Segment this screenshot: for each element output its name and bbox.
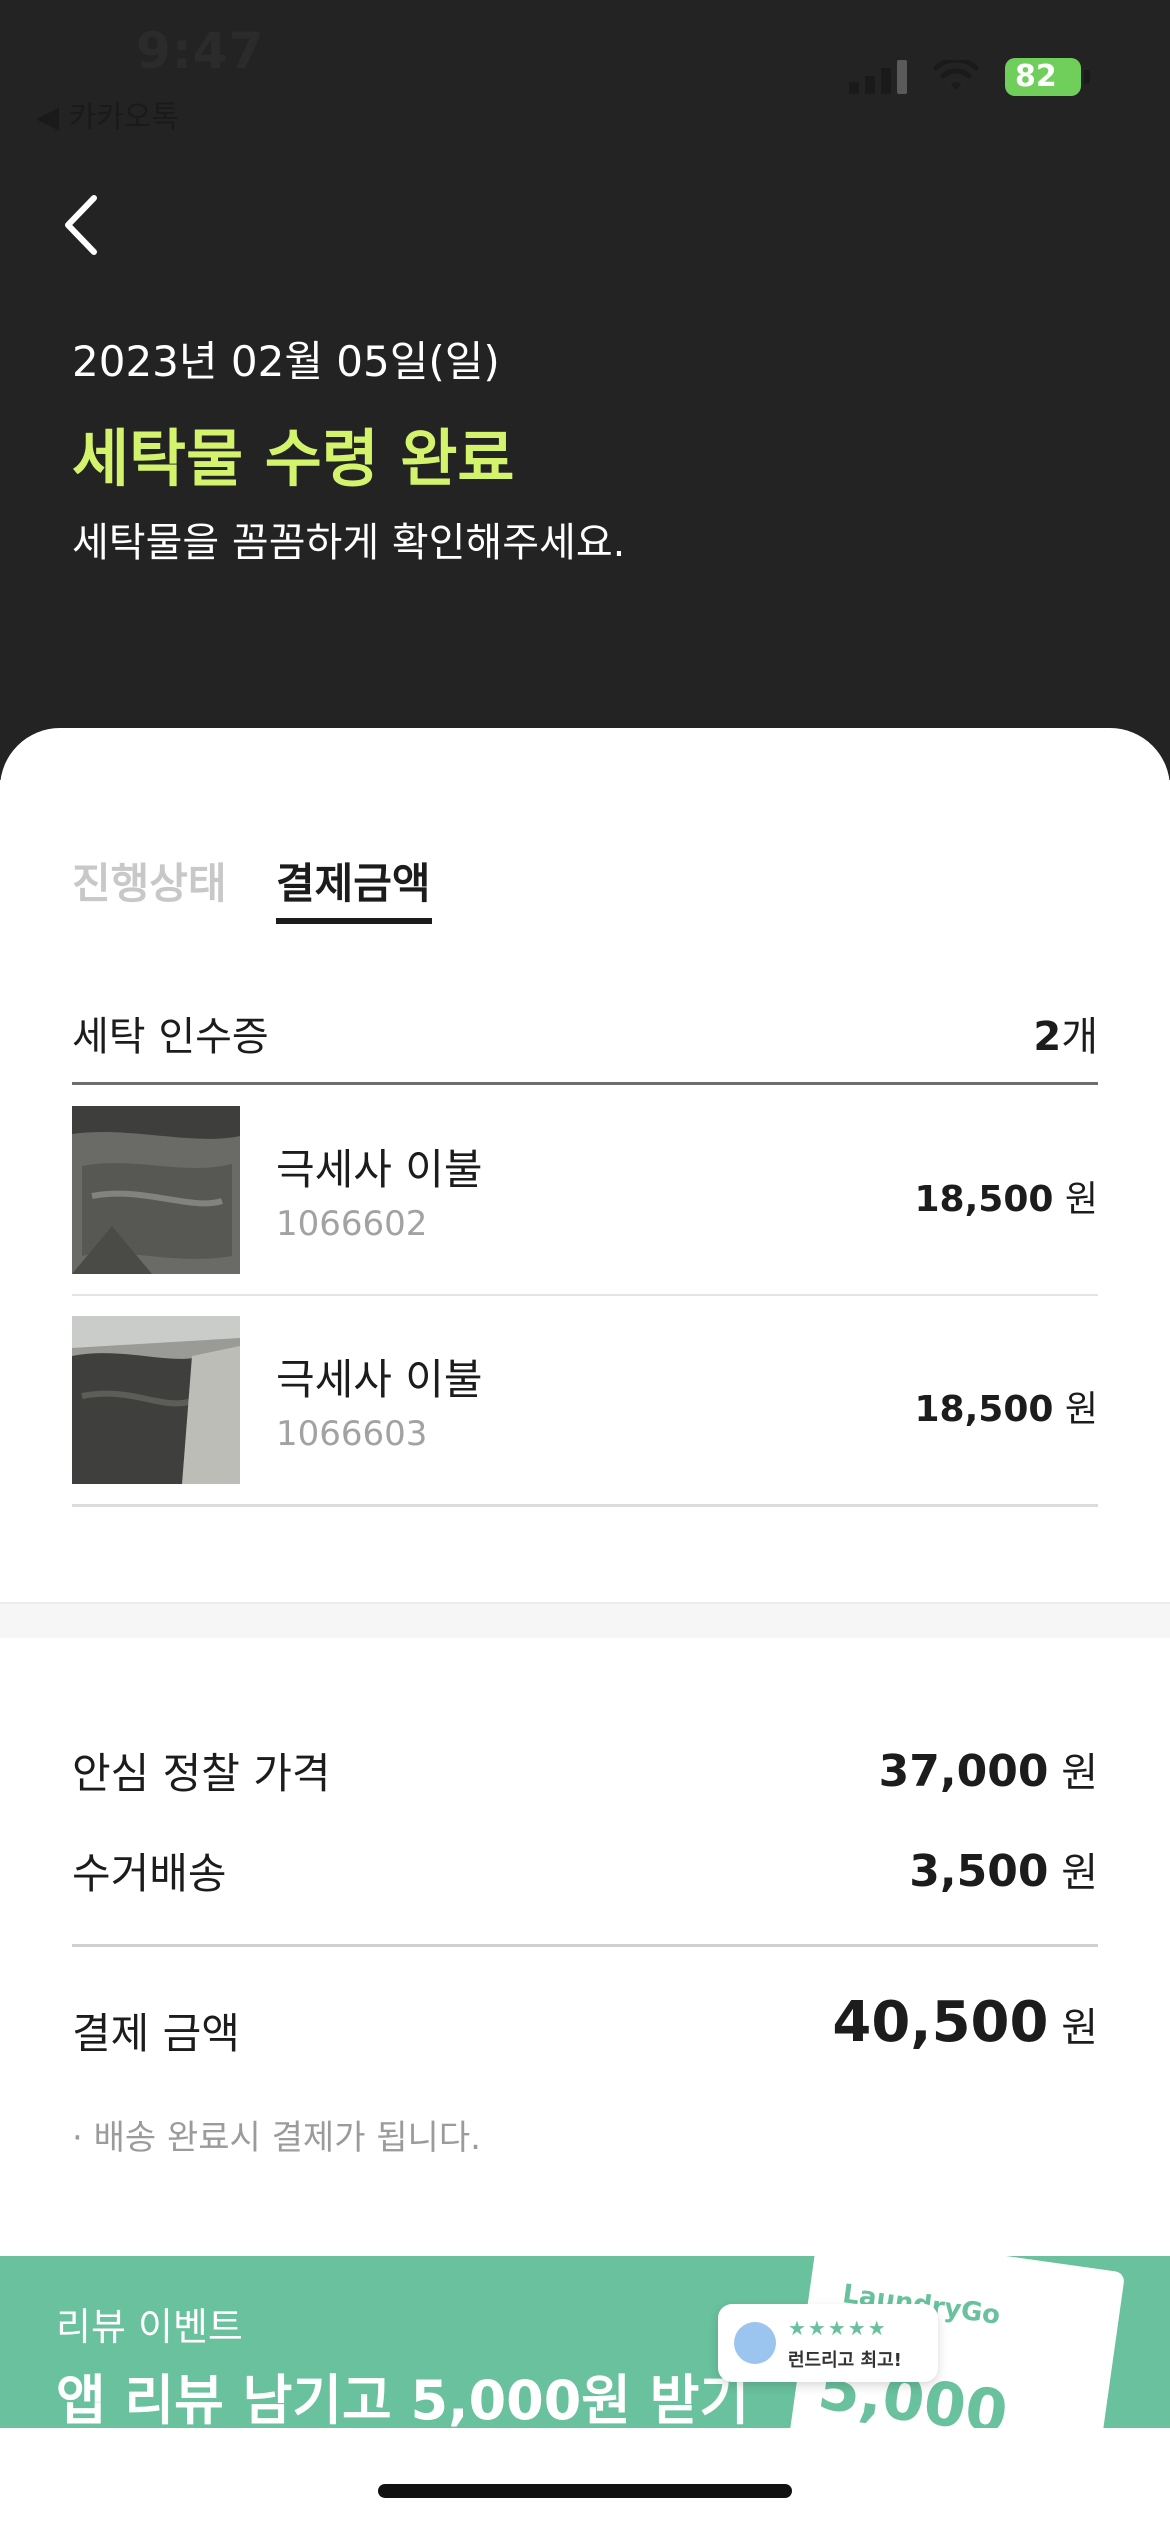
wifi-icon [933, 60, 979, 90]
page-title: 세탁물 수령 완료 [72, 422, 515, 495]
item-photo[interactable] [72, 1316, 240, 1484]
divider [72, 1944, 1098, 1947]
review-event-banner[interactable]: 리뷰 이벤트 앱 리뷰 남기고 5,000원 받기 LaundryGo 5,00… [0, 2256, 1170, 2428]
cellular-signal-icon [849, 60, 907, 94]
review-bubble-text: 런드리고 최고! [788, 2350, 902, 2371]
review-bubble: ★★★★★ 런드리고 최고! [718, 2304, 938, 2382]
price-value: 37,000 원 [878, 1746, 1098, 1797]
banner-kicker: 리뷰 이벤트 [56, 2305, 243, 2349]
divider [72, 1082, 1098, 1085]
order-date: 2023년 02월 05일(일) [72, 337, 500, 386]
item-code: 1066602 [276, 1204, 428, 1244]
receipt-count: 2개 [1033, 1014, 1098, 1060]
battery-level: 82 [1005, 58, 1081, 96]
divider [72, 1504, 1098, 1507]
banner-title: 앱 리뷰 남기고 5,000원 받기 [56, 2369, 750, 2428]
star-rating-icon: ★★★★★ [788, 2316, 888, 2340]
section-separator [0, 1602, 1170, 1638]
battery-icon: 82 [1005, 58, 1090, 96]
active-tab-indicator [276, 918, 432, 924]
status-back-to-app[interactable]: ◀ 카카오톡 [36, 92, 179, 136]
status-time: 9:47 [136, 22, 265, 80]
item-code: 1066603 [276, 1414, 428, 1454]
receipt-title: 세탁 인수증 [72, 1014, 269, 1060]
content-sheet [0, 728, 1170, 2428]
total-value: 40,500 원 [832, 1990, 1098, 2055]
price-label: 안심 정찰 가격 [72, 1749, 331, 1798]
avatar-icon [734, 2322, 776, 2364]
status-icons: 82 [849, 58, 1090, 96]
item-price: 18,500 원 [914, 1389, 1099, 1430]
divider [72, 1294, 1098, 1296]
total-label: 결제 금액 [72, 2009, 240, 2058]
delivery-value: 3,500 원 [909, 1846, 1098, 1897]
home-indicator[interactable] [378, 2484, 792, 2498]
payment-note: · 배송 완료시 결제가 됩니다. [72, 2118, 481, 2158]
tab-payment-amount[interactable]: 결제금액 [276, 850, 431, 911]
page-subtitle: 세탁물을 꼼꼼하게 확인해주세요. [72, 520, 626, 566]
item-name: 극세사 이불 [276, 1355, 483, 1404]
tab-progress-status[interactable]: 진행상태 [72, 850, 227, 911]
item-photo[interactable] [72, 1106, 240, 1274]
back-arrow-icon[interactable] [56, 190, 116, 260]
delivery-label: 수거배송 [72, 1849, 227, 1898]
item-name: 극세사 이불 [276, 1145, 483, 1194]
item-price: 18,500 원 [914, 1179, 1099, 1220]
